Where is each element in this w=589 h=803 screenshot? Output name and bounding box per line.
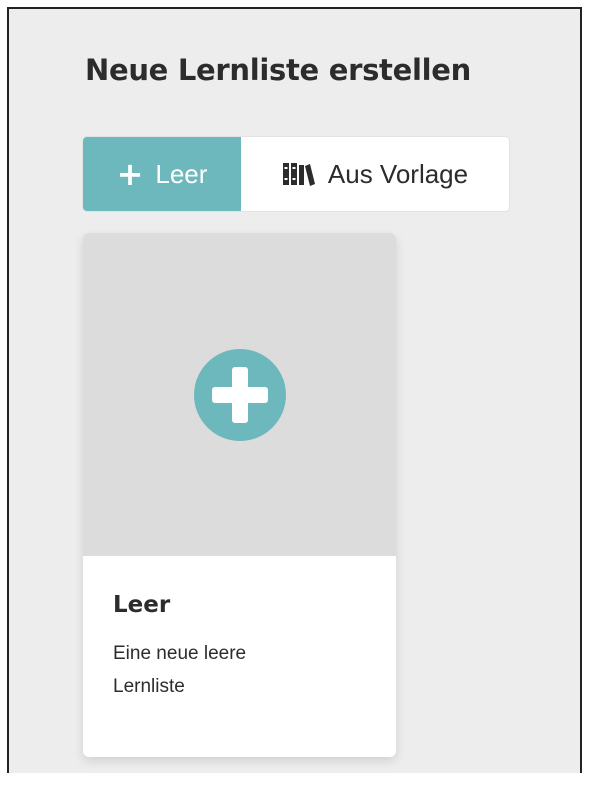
main-panel: Neue Lernliste erstellen + Leer Aus Vorl… bbox=[7, 7, 582, 773]
blank-button-label: Leer bbox=[155, 158, 208, 189]
books-icon bbox=[282, 161, 316, 187]
plus-icon: + bbox=[116, 155, 144, 193]
card-title: Leer bbox=[113, 592, 171, 618]
template-button[interactable]: Aus Vorlage bbox=[241, 137, 509, 211]
plus-circle-icon bbox=[193, 348, 286, 441]
page-title: Neue Lernliste erstellen bbox=[85, 53, 471, 87]
card-description: Eine neue leere Lernliste bbox=[113, 643, 247, 697]
mode-toggle: + Leer Aus Vorlage bbox=[83, 137, 509, 211]
blank-list-card[interactable]: Leer Eine neue leere Lernliste bbox=[83, 233, 396, 757]
card-image bbox=[83, 233, 396, 556]
blank-button[interactable]: + Leer bbox=[83, 137, 241, 211]
template-button-label: Aus Vorlage bbox=[327, 158, 469, 189]
